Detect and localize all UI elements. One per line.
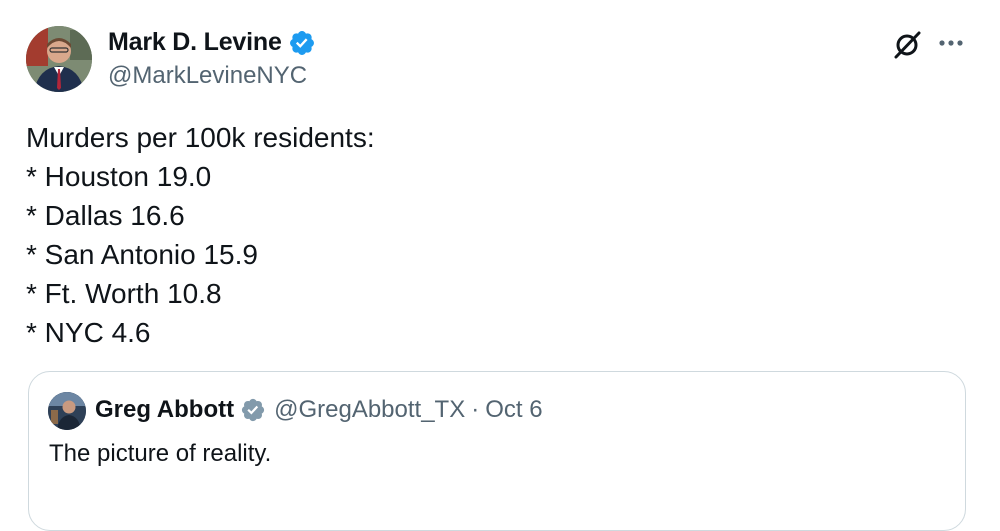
more-icon[interactable] [934, 32, 968, 54]
tweet-line: * NYC 4.6 [26, 317, 151, 348]
author-name[interactable]: Mark D. Levine [108, 28, 282, 57]
tweet: Mark D. Levine @MarkLevineNYC Murders pe… [0, 0, 1000, 531]
quote-text: The picture of reality. [49, 440, 272, 467]
quote-header: Greg Abbott @GregAbbott_TX · Oct 6 [95, 396, 543, 424]
quote-date[interactable]: Oct 6 [485, 396, 542, 424]
tweet-line: * Dallas 16.6 [26, 200, 185, 231]
government-verified-badge-icon[interactable] [240, 397, 266, 423]
separator-dot: · [471, 396, 480, 423]
quote-author-avatar[interactable] [48, 392, 86, 430]
tweet-line: * Houston 19.0 [26, 161, 212, 192]
author-name-row: Mark D. Levine [108, 28, 316, 57]
quoted-tweet[interactable]: Greg Abbott @GregAbbott_TX · Oct 6 The p… [28, 371, 966, 531]
quote-author-handle[interactable]: @GregAbbott_TX [274, 396, 465, 424]
author-handle[interactable]: @MarkLevineNYC [108, 62, 307, 90]
quote-author-name[interactable]: Greg Abbott [95, 396, 234, 424]
grok-icon[interactable] [892, 30, 922, 60]
tweet-line: * San Antonio 15.9 [26, 239, 258, 270]
author-avatar[interactable] [26, 26, 92, 92]
tweet-line: Murders per 100k residents: [26, 122, 375, 153]
verified-badge-icon[interactable] [288, 29, 316, 57]
tweet-line: * Ft. Worth 10.8 [26, 278, 222, 309]
tweet-text: Murders per 100k residents: * Houston 19… [26, 118, 375, 352]
